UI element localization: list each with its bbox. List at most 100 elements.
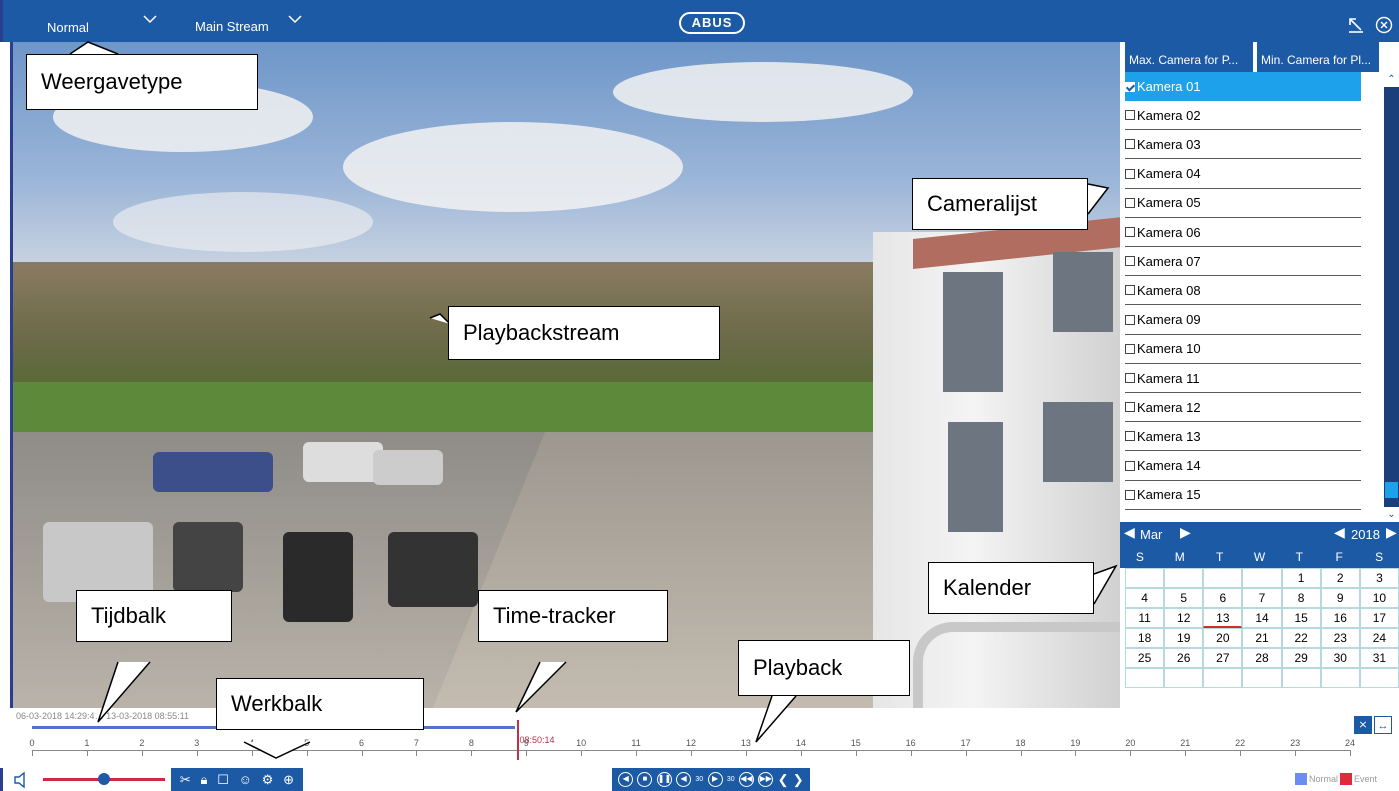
- camera-checkbox[interactable]: [1125, 285, 1135, 296]
- calendar-day[interactable]: 16: [1320, 608, 1360, 628]
- next-icon[interactable]: ❯: [793, 768, 804, 791]
- camera-checkbox[interactable]: [1125, 402, 1135, 413]
- camera-list-item[interactable]: Kamera 04: [1125, 160, 1361, 189]
- calendar-day[interactable]: 19: [1164, 628, 1204, 648]
- camera-checkbox[interactable]: [1125, 227, 1135, 237]
- camera-checkbox[interactable]: [1125, 110, 1135, 121]
- camera-checkbox[interactable]: [1125, 139, 1135, 150]
- camera-checkbox[interactable]: [1125, 431, 1135, 442]
- scissors-icon[interactable]: ✂: [180, 768, 191, 791]
- stream-select[interactable]: Main Stream: [195, 19, 269, 34]
- calendar-day[interactable]: 15: [1281, 608, 1321, 628]
- pause-icon[interactable]: ❚❚: [656, 772, 672, 787]
- calendar-day[interactable]: 3: [1359, 568, 1399, 588]
- calendar-day[interactable]: 26: [1164, 648, 1204, 668]
- calendar-day[interactable]: 28: [1242, 648, 1282, 668]
- camera-list-item[interactable]: Kamera 03: [1125, 130, 1361, 160]
- camera-list-item[interactable]: Kamera 09: [1125, 306, 1361, 335]
- reverse-play-icon[interactable]: ◀: [618, 772, 634, 787]
- camera-list-item[interactable]: Kamera 08: [1125, 276, 1361, 306]
- stop-icon[interactable]: ■: [637, 772, 653, 787]
- camera-checkbox[interactable]: [1125, 168, 1135, 179]
- calendar-day[interactable]: 23: [1320, 628, 1360, 648]
- calendar-day[interactable]: 10: [1359, 588, 1399, 608]
- calendar-day[interactable]: 13: [1203, 608, 1243, 628]
- next-year-icon[interactable]: ▶: [1386, 524, 1397, 541]
- chevron-down-icon[interactable]: [143, 14, 157, 24]
- zoom-in-timeline-icon[interactable]: ⨯: [1354, 716, 1372, 734]
- calendar-day[interactable]: 1: [1281, 568, 1321, 588]
- camera-checkbox[interactable]: [1125, 460, 1135, 471]
- zoom-out-timeline-icon[interactable]: ↔: [1374, 716, 1392, 734]
- timeline[interactable]: 06-03-2018 14:29:4… 13-03-2018 08:55:11 …: [0, 708, 1399, 768]
- camera-list-item[interactable]: Kamera 13: [1125, 422, 1361, 452]
- zoom-icon[interactable]: ⊕: [283, 768, 294, 791]
- close-icon[interactable]: [1375, 16, 1393, 34]
- calendar-day[interactable]: 8: [1281, 588, 1321, 608]
- camera-checkbox[interactable]: [1125, 343, 1135, 354]
- next-month-icon[interactable]: ▶: [1180, 524, 1191, 541]
- volume-knob[interactable]: [98, 773, 110, 785]
- prev-month-icon[interactable]: ◀: [1124, 524, 1135, 541]
- calendar-day[interactable]: 29: [1281, 648, 1321, 668]
- scroll-down-icon[interactable]: ⌄: [1384, 507, 1399, 522]
- forward-30s-icon[interactable]: ▶: [707, 772, 723, 787]
- camera-list-item[interactable]: Kamera 05: [1125, 189, 1361, 218]
- chevron-down-icon[interactable]: [288, 14, 302, 24]
- bookmark-icon[interactable]: ☐: [217, 768, 229, 791]
- camera-list-item[interactable]: Kamera 14: [1125, 452, 1361, 481]
- calendar-day[interactable]: 22: [1281, 628, 1321, 648]
- calendar-day[interactable]: 14: [1242, 608, 1282, 628]
- camera-checkbox[interactable]: [1125, 197, 1135, 208]
- calendar-day[interactable]: 31: [1359, 648, 1399, 668]
- camera-list-item[interactable]: Kamera 11: [1125, 364, 1361, 393]
- calendar-day[interactable]: 11: [1125, 608, 1165, 628]
- camera-checkbox[interactable]: [1125, 314, 1135, 325]
- back-30s-icon[interactable]: ◀: [676, 772, 692, 787]
- camera-list-scrollbar[interactable]: ⌃ ⌄: [1384, 72, 1399, 522]
- slow-icon[interactable]: ◀◀: [738, 772, 754, 787]
- camera-checkbox[interactable]: [1125, 373, 1135, 383]
- settings-icon[interactable]: ⚙: [262, 768, 274, 791]
- prev-icon[interactable]: ❮: [778, 768, 789, 791]
- calendar-day[interactable]: 18: [1125, 628, 1165, 648]
- video-window: [943, 272, 1003, 392]
- minimize-arrow-icon[interactable]: [1347, 16, 1365, 34]
- camera-list-item[interactable]: Kamera 15: [1125, 481, 1361, 510]
- calendar-day[interactable]: 20: [1203, 628, 1243, 648]
- calendar-day[interactable]: 17: [1359, 608, 1399, 628]
- camera-list-item[interactable]: Kamera 07: [1125, 247, 1361, 277]
- calendar-day[interactable]: 9: [1320, 588, 1360, 608]
- lock-icon[interactable]: 🔒︎: [201, 768, 208, 791]
- calendar-day[interactable]: 5: [1164, 588, 1204, 608]
- calendar-day[interactable]: 6: [1203, 588, 1243, 608]
- calendar-day[interactable]: 24: [1359, 628, 1399, 648]
- calendar-day[interactable]: 2: [1320, 568, 1360, 588]
- tab-min-camera[interactable]: Min. Camera for Pl...: [1257, 42, 1379, 72]
- weekday-label: T: [1215, 550, 1224, 564]
- calendar-day[interactable]: 4: [1125, 588, 1165, 608]
- person-search-icon[interactable]: ☺: [239, 768, 252, 791]
- calendar-day[interactable]: 30: [1320, 648, 1360, 668]
- scroll-up-icon[interactable]: ⌃: [1384, 72, 1399, 87]
- speaker-icon[interactable]: [13, 771, 31, 789]
- prev-year-icon[interactable]: ◀: [1334, 524, 1345, 541]
- camera-checkbox[interactable]: [1125, 256, 1135, 267]
- calendar-day[interactable]: 21: [1242, 628, 1282, 648]
- calendar-day[interactable]: 7: [1242, 588, 1282, 608]
- view-mode-select[interactable]: Normal: [47, 20, 89, 35]
- tab-max-camera[interactable]: Max. Camera for P...: [1125, 42, 1253, 72]
- camera-list-item[interactable]: Kamera 12: [1125, 393, 1361, 423]
- camera-list-item[interactable]: Kamera 02: [1125, 101, 1361, 131]
- calendar-day[interactable]: 25: [1125, 648, 1165, 668]
- scrollbar-thumb[interactable]: [1385, 482, 1398, 498]
- fast-icon[interactable]: ▶▶: [758, 772, 774, 787]
- calendar-day[interactable]: 12: [1164, 608, 1204, 628]
- legend: Normal Event: [1295, 773, 1377, 785]
- calendar-day[interactable]: 27: [1203, 648, 1243, 668]
- camera-checkbox[interactable]: [1125, 81, 1135, 92]
- camera-list-item[interactable]: Kamera 01: [1125, 72, 1361, 101]
- camera-list-item[interactable]: Kamera 06: [1125, 218, 1361, 247]
- camera-list-item[interactable]: Kamera 10: [1125, 335, 1361, 364]
- camera-checkbox[interactable]: [1125, 489, 1135, 500]
